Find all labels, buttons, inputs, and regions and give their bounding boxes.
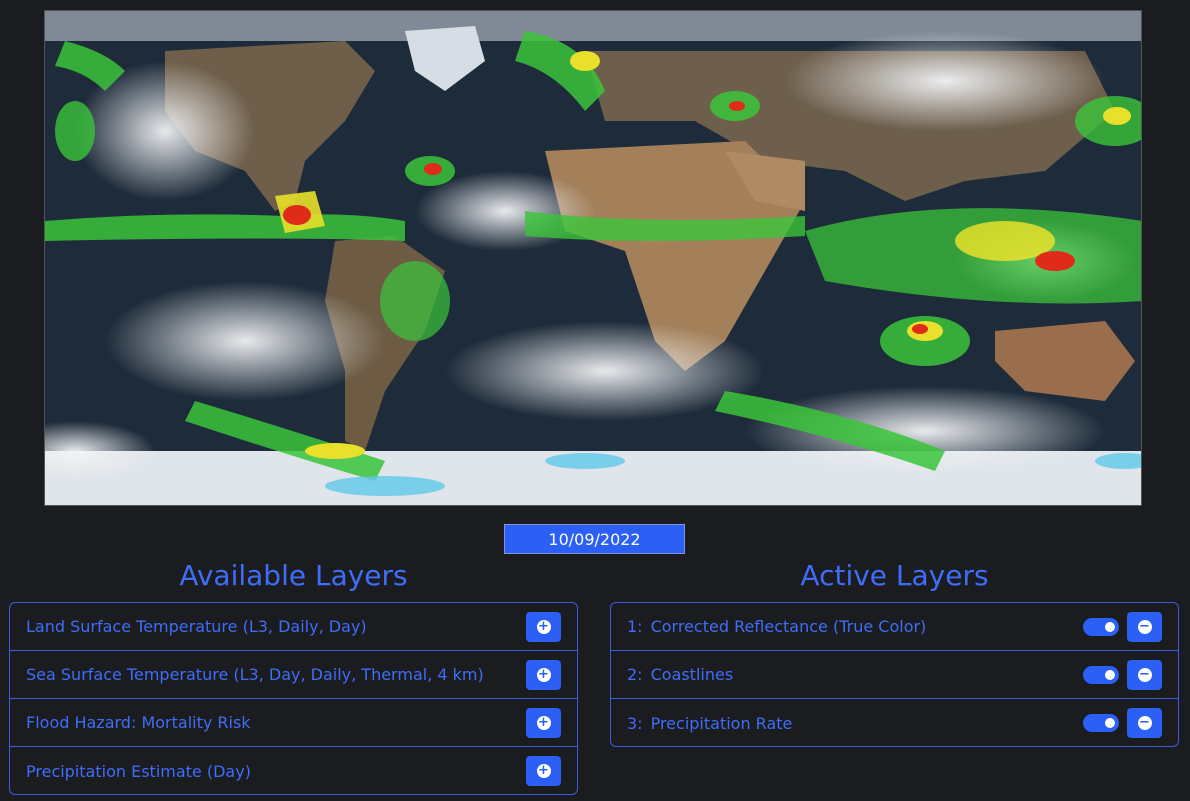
layer-label: Precipitation Rate <box>650 713 793 733</box>
layer-label: Sea Surface Temperature (L3, Day, Daily,… <box>26 665 484 684</box>
add-layer-button[interactable]: + <box>526 659 561 690</box>
available-layer-row: Flood Hazard: Mortality Risk + <box>10 699 577 747</box>
minus-circle-icon: − <box>1137 618 1152 634</box>
minus-circle-icon: − <box>1137 715 1152 730</box>
layer-label: Corrected Reflectance (True Color) <box>650 617 927 636</box>
toggle-knob <box>1105 669 1115 680</box>
remove-layer-button[interactable]: − <box>1127 611 1162 642</box>
layer-index: 2: <box>627 665 643 684</box>
available-layer-row: Precipitation Estimate (Day) + <box>10 747 577 794</box>
layer-visibility-toggle[interactable] <box>1083 617 1119 636</box>
map-canvas <box>45 11 1141 505</box>
minus-circle-icon: − <box>1137 666 1152 682</box>
add-layer-button[interactable]: + <box>526 756 561 786</box>
available-layer-row: Sea Surface Temperature (L3, Day, Daily,… <box>10 651 577 699</box>
toggle-knob <box>1105 718 1115 728</box>
layer-index: 3: <box>627 713 643 733</box>
remove-layer-button[interactable]: − <box>1127 708 1162 738</box>
date-input[interactable] <box>504 524 685 554</box>
active-layer-row: 1: Corrected Reflectance (True Color) − <box>611 603 1178 651</box>
layer-label: Precipitation Estimate (Day) <box>26 761 251 781</box>
active-layer-row: 3: Precipitation Rate − <box>611 699 1178 746</box>
plus-circle-icon: + <box>536 618 551 634</box>
layer-visibility-toggle[interactable] <box>1083 714 1119 732</box>
active-layer-row: 2: Coastlines − <box>611 651 1178 699</box>
remove-layer-button[interactable]: − <box>1127 659 1162 690</box>
layer-index: 1: <box>627 617 643 636</box>
plus-circle-icon: + <box>536 763 551 778</box>
available-layers-panel: Land Surface Temperature (L3, Daily, Day… <box>9 602 578 795</box>
layer-label: Land Surface Temperature (L3, Daily, Day… <box>26 617 367 636</box>
plus-circle-icon: + <box>536 666 551 682</box>
add-layer-button[interactable]: + <box>526 611 561 642</box>
add-layer-button[interactable]: + <box>526 707 561 738</box>
plus-circle-icon: + <box>536 714 551 730</box>
active-layers-title: Active Layers <box>800 559 989 592</box>
available-layer-row: Land Surface Temperature (L3, Daily, Day… <box>10 603 577 651</box>
world-map[interactable] <box>44 10 1142 506</box>
layer-visibility-toggle[interactable] <box>1083 665 1119 684</box>
toggle-knob <box>1105 621 1115 632</box>
active-layers-panel: 1: Corrected Reflectance (True Color) − … <box>610 602 1179 747</box>
layer-label: Flood Hazard: Mortality Risk <box>26 713 251 732</box>
available-layers-title: Available Layers <box>179 559 408 592</box>
layer-label: Coastlines <box>650 665 734 684</box>
